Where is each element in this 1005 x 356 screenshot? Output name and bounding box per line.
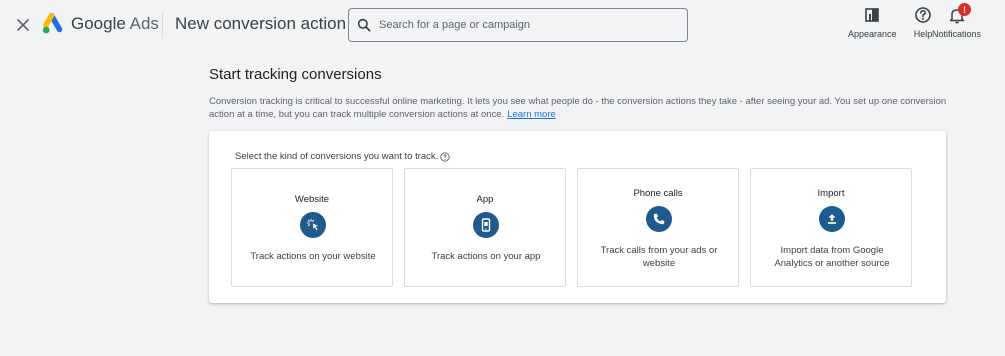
help-label: Help [913, 29, 933, 39]
option-app[interactable]: App Track actions on your app [404, 168, 566, 287]
prompt-text: Select the kind of conversions you want … [235, 151, 439, 162]
section-heading: Start tracking conversions [209, 66, 382, 83]
conversion-type-card: Select the kind of conversions you want … [209, 131, 946, 303]
option-import[interactable]: Import Import data from Google Analytics… [750, 168, 912, 287]
conversion-type-prompt: Select the kind of conversions you want … [235, 151, 450, 162]
notifications-button[interactable]: Notifications [932, 5, 981, 39]
notification-badge: ! [958, 3, 971, 16]
option-icon-circle [819, 206, 845, 232]
prompt-help-button[interactable] [440, 151, 450, 162]
brand-name: Google Ads [71, 14, 159, 34]
description-text: Conversion tracking is critical to succe… [209, 96, 947, 120]
help-button[interactable]: Help [913, 5, 933, 39]
option-description: Track actions on your app [431, 251, 541, 262]
help-icon [915, 7, 931, 23]
option-icon-circle [300, 212, 326, 238]
brand-ads: Ads [129, 14, 159, 33]
option-title: App [476, 194, 494, 205]
close-button[interactable] [12, 14, 34, 36]
search-box[interactable] [348, 8, 688, 42]
section-description: Conversion tracking is critical to succe… [209, 95, 949, 121]
option-title: Import [817, 188, 845, 199]
option-title: Website [294, 194, 330, 205]
notifications-label: Notifications [932, 29, 982, 39]
brand-google: Google [71, 14, 126, 33]
appearance-label: Appearance [848, 29, 897, 39]
option-phone-calls[interactable]: Phone calls Track calls from your ads or… [577, 168, 739, 287]
option-description: Import data from Google Analytics or ano… [774, 245, 890, 269]
top-bar: Google Ads New conversion action Appeara… [0, 0, 1005, 52]
appearance-button[interactable]: Appearance [848, 5, 897, 39]
phone-icon [653, 213, 665, 225]
appearance-icon [865, 8, 880, 22]
click-pointer-icon [306, 218, 318, 231]
option-title: Phone calls [633, 188, 683, 199]
learn-more-link[interactable]: Learn more [507, 109, 556, 120]
upload-icon [828, 214, 836, 224]
option-website[interactable]: Website Track actions on your website [231, 168, 393, 287]
option-icon-circle [646, 206, 672, 232]
mobile-app-icon [481, 218, 491, 232]
option-description: Track calls from your ads or website [600, 245, 718, 269]
search-icon [357, 18, 371, 32]
search-input[interactable] [379, 19, 669, 31]
google-ads-logo-icon [42, 13, 63, 34]
header-divider [162, 12, 163, 38]
close-icon [17, 19, 29, 31]
page-title: New conversion action [175, 14, 347, 33]
option-description: Track actions on your website [250, 251, 376, 262]
help-circle-icon [440, 151, 450, 162]
option-icon-circle [473, 212, 499, 238]
